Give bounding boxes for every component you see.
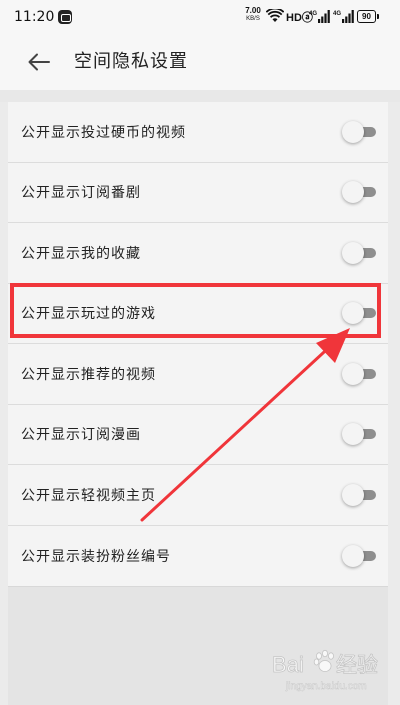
arrow-left-icon: [28, 53, 50, 71]
back-button[interactable]: [22, 46, 56, 78]
setting-label: 公开显示玩过的游戏: [21, 306, 156, 323]
toggle-switch[interactable]: [342, 483, 376, 506]
network-speed-value: 7.00: [245, 6, 261, 15]
setting-label: 公开显示投过硬币的视频: [21, 124, 186, 141]
setting-row-coined-videos[interactable]: 公开显示投过硬币的视频: [8, 102, 388, 163]
signal2-label: 4G: [333, 11, 341, 17]
toggle-switch[interactable]: [342, 544, 376, 567]
header-divider: [0, 90, 400, 102]
setting-row-subscribed-comics[interactable]: 公开显示订阅漫画: [8, 405, 388, 465]
battery-icon: 90: [357, 10, 379, 23]
toggle-switch[interactable]: [342, 181, 376, 204]
network-speed-unit: KB/S: [246, 16, 260, 22]
toggle-switch[interactable]: [342, 241, 376, 264]
setting-label: 公开显示订阅漫画: [21, 427, 141, 444]
setting-row-fan-number[interactable]: 公开显示装扮粉丝编号: [8, 526, 388, 587]
app-notification-icon: [58, 10, 72, 24]
signal1-label: 4G: [309, 11, 317, 17]
setting-label: 公开显示推荐的视频: [21, 366, 156, 383]
toggle-switch[interactable]: [342, 302, 376, 325]
wifi-icon: [266, 9, 284, 22]
network-speed: 7.00 KB/S: [242, 6, 264, 23]
setting-label: 公开显示订阅番剧: [21, 185, 141, 202]
toggle-switch[interactable]: [342, 423, 376, 446]
status-time: 11:20: [14, 9, 55, 25]
settings-list: 公开显示投过硬币的视频 公开显示订阅番剧 公开显示我的收藏 公开显示玩过的游戏 …: [8, 102, 388, 588]
setting-label: 公开显示我的收藏: [21, 245, 141, 262]
setting-row-played-games[interactable]: 公开显示玩过的游戏: [8, 284, 388, 344]
phone-screen: 11:20 7.00 KB/S HDⓐ 4G 4G 90 空间隐私设置 公开显示…: [0, 0, 400, 705]
setting-row-recommended-videos[interactable]: 公开显示推荐的视频: [8, 344, 388, 405]
setting-row-subscribed-anime[interactable]: 公开显示订阅番剧: [8, 163, 388, 223]
signal-strength-icon: 4G: [333, 10, 354, 23]
setting-label: 公开显示装扮粉丝编号: [21, 548, 171, 565]
page-header: 空间隐私设置: [0, 34, 400, 90]
status-bar: 11:20 7.00 KB/S HDⓐ 4G 4G 90: [0, 0, 400, 34]
empty-area: [8, 587, 388, 705]
page-title: 空间隐私设置: [74, 51, 188, 72]
setting-row-favorites[interactable]: 公开显示我的收藏: [8, 223, 388, 284]
toggle-switch[interactable]: [342, 362, 376, 385]
setting-label: 公开显示轻视频主页: [21, 487, 156, 504]
signal-strength-icon: 4G: [309, 10, 330, 23]
setting-row-light-video-home[interactable]: 公开显示轻视频主页: [8, 465, 388, 526]
toggle-switch[interactable]: [342, 120, 376, 143]
